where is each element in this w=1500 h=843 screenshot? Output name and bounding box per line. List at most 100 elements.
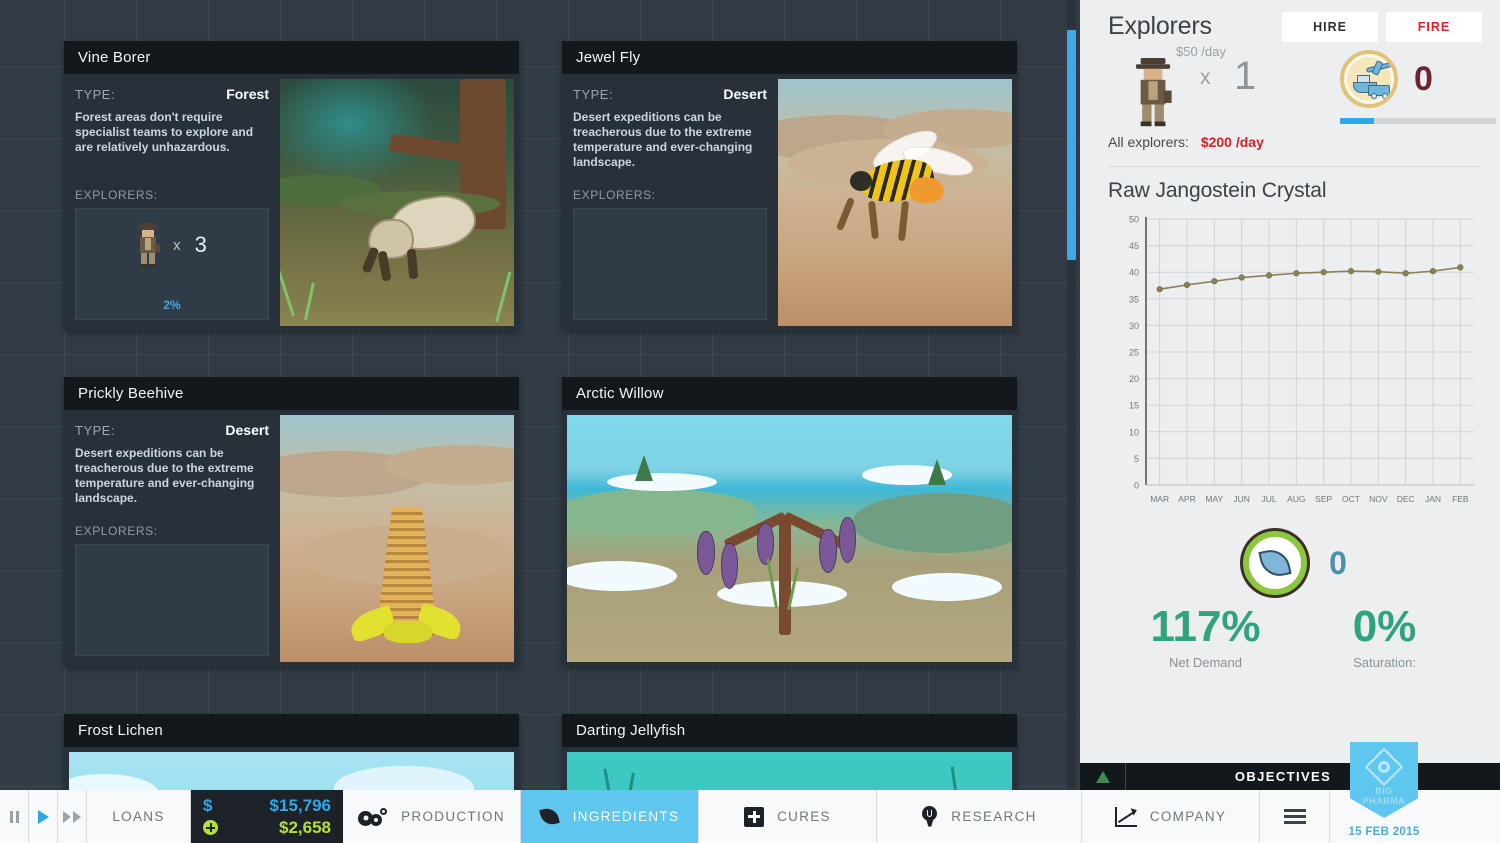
shipping-logistics-icon [1340,50,1398,108]
logo-line-1: BIG [1375,787,1393,796]
ingredient-card-prickly-beehive[interactable]: Prickly Beehive TYPE: Desert Desert expe… [64,377,519,667]
nav-company[interactable]: COMPANY [1082,790,1260,843]
game-screen: Vine Borer TYPE: Forest Forest areas don… [0,0,1500,843]
chart-data-point [1184,282,1190,288]
type-row: TYPE: Forest [75,86,269,102]
fire-button[interactable]: FIRE [1386,12,1482,42]
chart-data-point [1376,269,1382,275]
play-icon [38,810,49,824]
chart-y-tick: 15 [1129,401,1139,411]
card-title: Prickly Beehive [64,377,519,410]
nav-production[interactable]: PRODUCTION [343,790,521,843]
saturation-stat: 0% Saturation: [1295,605,1474,670]
gears-icon [358,806,388,828]
chart-icon [1115,807,1137,827]
type-row: TYPE: Desert [75,422,269,438]
card-info-panel: TYPE: Desert Desert expeditions can be t… [69,415,275,662]
ingredient-card-jewel-fly[interactable]: Jewel Fly TYPE: Desert Desert expedition… [562,41,1017,331]
chart-y-tick: 10 [1129,427,1139,437]
play-button[interactable] [29,790,58,843]
chart-y-tick: 5 [1134,454,1139,464]
ingredient-card-darting-jellyfish[interactable]: Darting Jellyfish [562,714,1017,790]
chart-y-tick: 20 [1129,374,1139,384]
chart-x-tick: JUN [1233,494,1250,504]
all-explorers-cost-row: All explorers: $200 /day [1108,134,1482,150]
chart-x-tick: JUL [1261,494,1276,504]
board-scrollbar-track[interactable] [1067,0,1076,790]
dollar-icon: $ [203,796,212,816]
card-description: Forest areas don't require specialist te… [75,110,269,170]
multiply-symbol: x [1200,66,1211,90]
type-row: TYPE: Desert [573,86,767,102]
fast-forward-button[interactable] [58,790,87,843]
pause-button[interactable] [0,790,29,843]
saturation-value: 0% [1295,605,1474,649]
chart-y-tick: 50 [1129,215,1139,225]
card-artwork-sea [567,752,1012,790]
chart-y-tick: 35 [1129,294,1139,304]
board-scrollbar-thumb[interactable] [1067,30,1076,260]
nav-research[interactable]: RESEARCH [877,790,1082,843]
card-info-panel: TYPE: Forest Forest areas don't require … [69,79,275,326]
type-value: Forest [226,86,269,102]
chart-y-tick: 40 [1129,268,1139,278]
hire-button[interactable]: HIRE [1282,12,1378,42]
card-description: Desert expeditions can be treacherous du… [573,110,767,170]
card-title: Arctic Willow [562,377,1017,410]
chart-data-point [1157,286,1163,292]
pause-icon [10,811,19,823]
warning-triangle-icon[interactable] [1080,763,1126,790]
page-title: Explorers [1108,12,1282,41]
ingredient-card-arctic-willow[interactable]: Arctic Willow [562,377,1017,667]
objectives-label: OBJECTIVES [1126,769,1500,784]
nav-loans[interactable]: LOANS [87,790,191,843]
chart-x-tick: NOV [1369,494,1388,504]
explorers-label: EXPLORERS: [75,524,269,538]
shipping-progress-fill [1340,118,1374,124]
cash-value: $15,796 [270,796,331,816]
all-explorers-label: All explorers: [1108,134,1189,150]
card-info-panel: TYPE: Desert Desert expeditions can be t… [567,79,773,326]
chart-data-point [1294,270,1300,276]
nav-cures[interactable]: CURES [699,790,877,843]
explorer-slot[interactable] [573,208,767,320]
nav-production-label: PRODUCTION [401,809,505,824]
cube-icon [1365,748,1403,786]
nav-ingredients[interactable]: INGREDIENTS [521,790,699,843]
bottom-navigation-bar[interactable]: LOANS $ $15,796 $2,658 PRODUCTION INGRED… [0,790,1500,843]
panel-header: Explorers HIRE FIRE [1108,12,1482,42]
menu-button[interactable] [1260,790,1330,843]
chart-data-point [1430,268,1436,274]
chart-x-tick: MAY [1205,494,1223,504]
shipping-group: 0 [1340,50,1433,108]
type-value: Desert [723,86,767,102]
explorer-slot[interactable] [75,544,269,656]
objectives-bar[interactable]: OBJECTIVES [1080,763,1500,790]
card-artwork-desert [778,79,1012,326]
ingredients-board[interactable]: Vine Borer TYPE: Forest Forest areas don… [0,0,1080,790]
chart-svg: 05101520253035404550MARAPRMAYJUNJULAUGSE… [1108,209,1480,527]
price-history-chart: 05101520253035404550MARAPRMAYJUNJULAUGSE… [1108,209,1480,527]
explorer-figure-icon [1136,58,1170,126]
chart-data-point [1403,270,1409,276]
card-artwork-ice [69,752,514,790]
chart-x-tick: AUG [1287,494,1305,504]
explorer-slot[interactable]: x 3 2% [75,208,269,320]
all-explorers-amount: $200 /day [1201,134,1264,150]
explorer-multiply-symbol: x [173,237,181,254]
ingredient-card-frost-lichen[interactable]: Frost Lichen [64,714,519,790]
market-stats-row: 117% Net Demand 0% Saturation: [1108,605,1482,670]
explorers-label: EXPLORERS: [75,188,269,202]
chart-title: Raw Jangostein Crystal [1108,179,1482,203]
nav-loans-label: LOANS [112,809,164,824]
ingredient-card-vine-borer[interactable]: Vine Borer TYPE: Forest Forest areas don… [64,41,519,331]
shipping-progress-track [1340,118,1496,124]
chart-data-point [1321,269,1327,275]
hamburger-menu-icon [1284,809,1306,824]
chart-y-tick: 45 [1129,241,1139,251]
chart-x-tick: FEB [1452,494,1469,504]
chart-y-tick: 25 [1129,348,1139,358]
chart-data-point [1266,273,1272,279]
card-artwork-arctic [567,415,1012,662]
nav-research-label: RESEARCH [951,809,1036,824]
